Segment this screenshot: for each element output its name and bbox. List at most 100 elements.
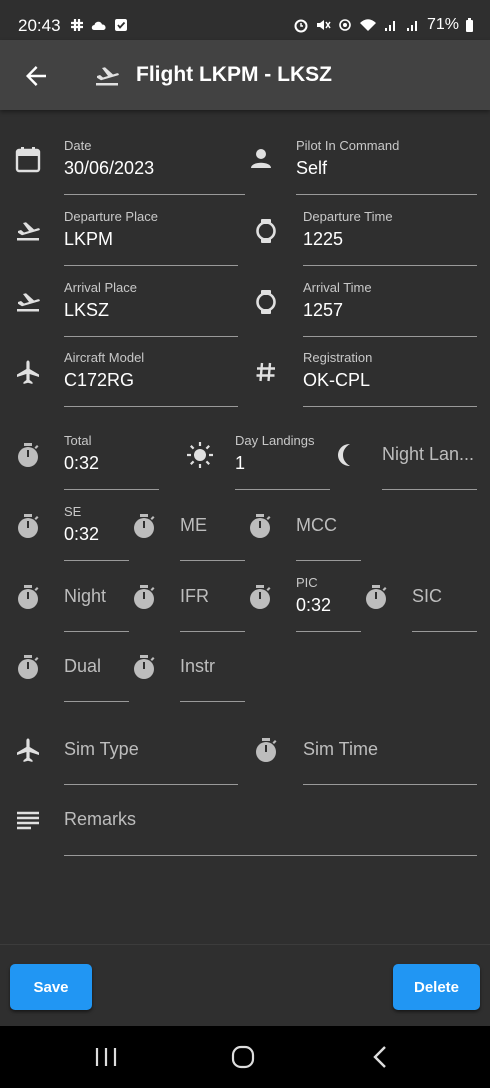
pic-time-value: 0:32 [296, 595, 332, 615]
dual-time-placeholder: Dual [64, 656, 102, 676]
registration-value: OK-CPL [303, 370, 371, 390]
instr-time-field[interactable]: Instr [180, 645, 245, 702]
status-bar: 20:43 71% [0, 0, 490, 40]
back-arrow-icon[interactable] [22, 62, 50, 90]
notes-icon [17, 811, 39, 830]
pic-time-field[interactable]: PIC 0:32 [296, 575, 361, 632]
takeoff-icon [17, 293, 40, 312]
pic-time-label: PIC [296, 575, 318, 590]
alarm-icon [294, 19, 308, 33]
sic-time-placeholder: SIC [412, 586, 443, 606]
battery-icon [466, 18, 473, 32]
watch-icon [256, 288, 276, 316]
day-landings-field[interactable]: Day Landings 1 [235, 433, 330, 490]
me-time-field[interactable]: ME [180, 504, 245, 561]
system-back-icon[interactable] [366, 1044, 396, 1070]
system-nav-bar [0, 1026, 490, 1088]
remarks-field[interactable]: Remarks [64, 798, 477, 856]
night-landings-placeholder: Night Lan... [382, 444, 475, 464]
night-time-field[interactable]: Night [64, 575, 129, 632]
date-field[interactable]: Date 30/06/2023 [64, 138, 245, 195]
timer-icon [18, 655, 39, 679]
moon-icon [338, 444, 350, 466]
timer-icon [250, 585, 271, 609]
mcc-time-field[interactable]: MCC [296, 504, 361, 561]
page-title: Flight LKPM - LKSZ [136, 63, 332, 86]
delete-button[interactable]: Delete [393, 964, 480, 1010]
arrival-time-label: Arrival Time [303, 280, 372, 295]
se-time-field[interactable]: SE 0:32 [64, 504, 129, 561]
recent-apps-icon[interactable] [91, 1044, 121, 1070]
pilot-in-command-label: Pilot In Command [296, 138, 400, 153]
registration-field[interactable]: Registration OK-CPL [303, 350, 477, 407]
ifr-time-field[interactable]: IFR [180, 575, 245, 632]
date-value: 30/06/2023 [64, 158, 155, 178]
arrival-place-value: LKSZ [64, 300, 110, 320]
cloud-icon [91, 21, 106, 30]
arrival-time-field[interactable]: Arrival Time 1257 [303, 280, 477, 337]
hash-icon [256, 362, 275, 382]
total-time-label: Total [64, 433, 92, 448]
pilot-in-command-value: Self [296, 158, 328, 178]
takeoff-icon [17, 222, 40, 241]
sim-type-field[interactable]: Sim Type [64, 728, 238, 785]
wifi-icon [359, 19, 376, 31]
save-button[interactable]: Save [10, 964, 92, 1010]
aircraft-model-label: Aircraft Model [64, 350, 145, 365]
action-bar: Save Delete [0, 944, 490, 1027]
status-time: 20:43 [18, 16, 61, 35]
timer-icon [256, 738, 277, 762]
remarks-placeholder: Remarks [64, 809, 137, 829]
day-landings-label: Day Landings [235, 433, 315, 448]
task-icon [115, 19, 127, 31]
status-notification-icons [70, 18, 128, 32]
dual-time-field[interactable]: Dual [64, 645, 129, 702]
departure-place-label: Departure Place [64, 209, 158, 224]
se-time-value: 0:32 [64, 524, 100, 544]
status-system-icons: 71% [293, 16, 474, 34]
airplane-icon [17, 360, 39, 384]
signal-2-icon [406, 21, 417, 31]
timer-icon [134, 585, 155, 609]
hotspot-icon [339, 19, 351, 31]
airplane-icon [17, 738, 39, 762]
sim-time-field[interactable]: Sim Time [303, 728, 477, 785]
home-icon[interactable] [228, 1044, 258, 1070]
person-icon [251, 149, 271, 168]
total-time-field[interactable]: Total 0:32 [64, 433, 159, 490]
me-time-placeholder: ME [180, 515, 207, 535]
timer-icon [134, 514, 155, 538]
night-time-placeholder: Night [64, 586, 107, 606]
timer-icon [18, 514, 39, 538]
departure-time-label: Departure Time [303, 209, 393, 224]
slack-icon [71, 19, 83, 31]
arrival-place-field[interactable]: Arrival Place LKSZ [64, 280, 238, 337]
sic-time-field[interactable]: SIC [412, 575, 477, 632]
pilot-in-command-field[interactable]: Pilot In Command Self [296, 138, 477, 195]
departure-place-field[interactable]: Departure Place LKPM [64, 209, 238, 266]
aircraft-model-value: C172RG [64, 370, 135, 390]
departure-time-field[interactable]: Departure Time 1225 [303, 209, 477, 266]
aircraft-model-field[interactable]: Aircraft Model C172RG [64, 350, 238, 407]
watch-icon [256, 217, 276, 245]
sim-time-placeholder: Sim Time [303, 739, 379, 759]
calendar-icon [15, 147, 41, 173]
departure-time-value: 1225 [303, 229, 344, 249]
arrival-place-label: Arrival Place [64, 280, 137, 295]
timer-icon [250, 514, 271, 538]
signal-icon [384, 21, 395, 31]
total-time-value: 0:32 [64, 453, 100, 473]
arrival-time-value: 1257 [303, 300, 344, 320]
mcc-time-placeholder: MCC [296, 515, 337, 535]
timer-icon [134, 655, 155, 679]
night-landings-field[interactable]: Night Lan... [382, 433, 477, 490]
battery-percent: 71% [426, 16, 459, 33]
instr-time-placeholder: Instr [180, 656, 216, 676]
timer-icon [18, 585, 39, 609]
departure-place-value: LKPM [64, 229, 114, 249]
app-bar: Flight LKPM - LKSZ [0, 40, 490, 110]
timer-icon [18, 443, 39, 467]
day-landings-value: 1 [235, 453, 246, 473]
date-label: Date [64, 138, 92, 153]
sim-type-placeholder: Sim Type [64, 739, 139, 759]
